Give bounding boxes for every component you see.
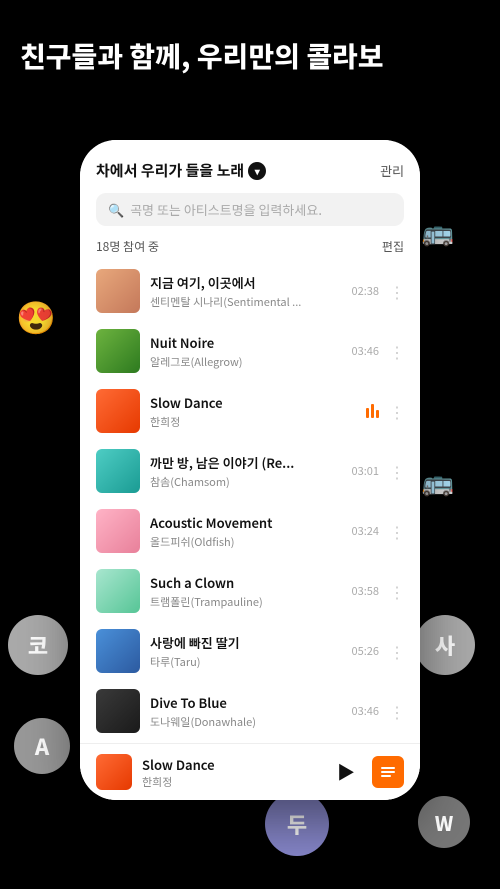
track-more-icon[interactable]: ⋮ [389,523,404,539]
headline: 친구들과 함께, 우리만의 콜라보 [20,38,480,74]
search-icon: 🔍 [108,200,124,219]
track-info: Such a Clown 트램폴린(Trampauline) [150,573,342,610]
track-duration: 02:38 [352,283,379,299]
now-playing-title: Slow Dance [142,755,320,774]
track-art [96,509,140,553]
phone-header: 차에서 우리가 들을 노래 ▾ 관리 [80,140,420,189]
track-artist: 트램폴린(Trampauline) [150,594,342,610]
playlist-title-text: 차에서 우리가 들을 노래 [96,160,244,181]
playlist-title: 차에서 우리가 들을 노래 ▾ [96,160,266,181]
track-item[interactable]: Such a Clown 트램폴린(Trampauline) 03:58 ⋮ [80,561,420,621]
track-art [96,269,140,313]
track-item[interactable]: Acoustic Movement 올드피쉬(Oldfish) 03:24 ⋮ [80,501,420,561]
track-more-icon[interactable]: ⋮ [389,703,404,719]
track-artist: 도나웨일(Donawhale) [150,714,342,730]
track-more-icon[interactable]: ⋮ [389,643,404,659]
track-info: 사랑에 빠진 딸기 타루(Taru) [150,633,342,670]
track-artist: 센티멘탈 시나리(Sentimental ... [150,294,342,310]
track-art [96,569,140,613]
float-truck-2: 🚌 [418,460,458,500]
track-info: Dive To Blue 도나웨일(Donawhale) [150,693,342,730]
track-name: Such a Clown [150,573,342,592]
now-playing-artist: 한희정 [142,774,320,790]
phone-content: 차에서 우리가 들을 노래 ▾ 관리 🔍 곡명 또는 아티스트명을 입력하세요.… [80,140,420,800]
track-item[interactable]: 사랑에 빠진 딸기 타루(Taru) 05:26 ⋮ [80,621,420,681]
track-more-icon[interactable]: ⋮ [389,583,404,599]
track-info: 까만 방, 남은 이야기 (Re... 참솜(Chamsom) [150,453,342,490]
track-duration: 05:26 [352,643,379,659]
bar-1 [366,408,369,418]
track-list: 지금 여기, 이곳에서 센티멘탈 시나리(Sentimental ... 02:… [80,261,420,743]
float-emoji-love: 😍 [10,290,62,342]
track-artist: 알레그로(Allegrow) [150,354,342,370]
track-name: Acoustic Movement [150,513,342,532]
track-name: Nuit Noire [150,333,342,352]
track-art [96,389,140,433]
search-bar[interactable]: 🔍 곡명 또는 아티스트명을 입력하세요. [96,193,404,226]
float-circle-a: A [14,718,70,774]
track-art [96,449,140,493]
float-circle-du: 두 [265,792,329,856]
track-artist: 타루(Taru) [150,654,342,670]
track-name: Slow Dance [150,393,356,412]
track-duration: 03:58 [352,583,379,599]
track-more-icon[interactable]: ⋮ [389,343,404,359]
play-button[interactable]: ▶ [330,756,362,788]
track-artist: 한희정 [150,414,356,430]
track-name: 사랑에 빠진 딸기 [150,633,342,652]
edit-button[interactable]: 편집 [382,238,404,255]
track-more-icon[interactable]: ⋮ [389,283,404,299]
queue-button[interactable] [372,756,404,788]
search-placeholder: 곡명 또는 아티스트명을 입력하세요. [130,200,322,219]
track-info: 지금 여기, 이곳에서 센티멘탈 시나리(Sentimental ... [150,273,342,310]
bar-3 [376,410,379,418]
track-duration: 03:46 [352,343,379,359]
track-name: 까만 방, 남은 이야기 (Re... [150,453,342,472]
track-name: Dive To Blue [150,693,342,712]
track-item[interactable]: Dive To Blue 도나웨일(Donawhale) 03:46 ⋮ [80,681,420,741]
phone-frame: 차에서 우리가 들을 노래 ▾ 관리 🔍 곡명 또는 아티스트명을 입력하세요.… [80,140,420,800]
track-art [96,689,140,733]
float-circle-ko: 코 [8,615,68,675]
track-duration: 03:24 [352,523,379,539]
now-playing-art [96,754,132,790]
track-duration: 03:01 [352,463,379,479]
now-playing-info: Slow Dance 한희정 [142,755,320,790]
manage-button[interactable]: 관리 [380,161,404,180]
track-info: Nuit Noire 알레그로(Allegrow) [150,333,342,370]
track-item[interactable]: Nuit Noire 알레그로(Allegrow) 03:46 ⋮ [80,321,420,381]
track-more-icon[interactable]: ⋮ [389,403,404,419]
track-duration: 03:46 [352,703,379,719]
track-art [96,629,140,673]
track-item-playing[interactable]: Slow Dance 한희정 ⋮ [80,381,420,441]
float-circle-w: W [418,796,470,848]
track-item[interactable]: 까만 방, 남은 이야기 (Re... 참솜(Chamsom) 03:01 ⋮ [80,441,420,501]
track-info: Acoustic Movement 올드피쉬(Oldfish) [150,513,342,550]
float-truck-1: 🚌 [418,210,458,250]
participant-count: 18명 참여 중 [96,238,159,255]
chevron-down-icon[interactable]: ▾ [248,162,266,180]
track-item[interactable]: 지금 여기, 이곳에서 센티멘탈 시나리(Sentimental ... 02:… [80,261,420,321]
bar-2 [371,404,374,418]
track-artist: 올드피쉬(Oldfish) [150,534,342,550]
track-art [96,329,140,373]
track-artist: 참솜(Chamsom) [150,474,342,490]
float-circle-sa: 사 [415,615,475,675]
now-playing-bar[interactable]: Slow Dance 한희정 ▶ [80,743,420,800]
track-more-icon[interactable]: ⋮ [389,463,404,479]
participant-row: 18명 참여 중 편집 [80,234,420,261]
track-name: 지금 여기, 이곳에서 [150,273,342,292]
track-info: Slow Dance 한희정 [150,393,356,430]
playing-indicator [366,404,379,418]
